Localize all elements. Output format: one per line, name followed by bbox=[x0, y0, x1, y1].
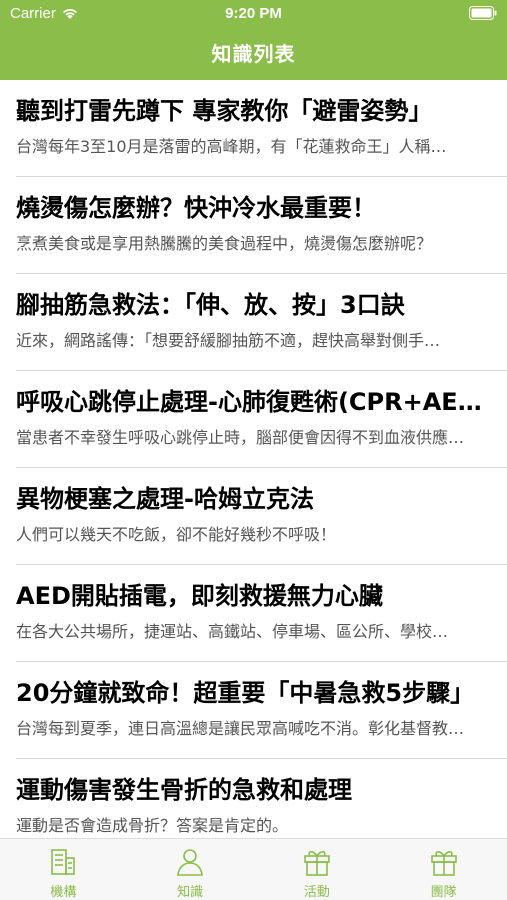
item-summary: 在各大公共場所，捷運站、高鐵站、停車場、區公所、學校… bbox=[16, 622, 449, 641]
list-item[interactable]: 運動傷害發生骨折的急救和處理 運動是否會造成骨折？答案是肯定的。 bbox=[16, 759, 507, 838]
tab-label: 團隊 bbox=[430, 885, 457, 900]
gift-icon bbox=[430, 851, 457, 876]
item-summary: 烹煮美食或是享用熱騰騰的美食過程中，燒燙傷怎麼辦呢？ bbox=[16, 234, 433, 253]
list-item[interactable]: 呼吸心跳停止處理-心肺復甦術(CPR+AED) 當患者不幸發生呼吸心跳停止時，腦… bbox=[16, 371, 507, 468]
list-item[interactable]: 聽到打雷先蹲下 專家教你「避雷姿勢」 台灣每年3至10月是落雷的高峰期，有「花蓮… bbox=[16, 80, 507, 177]
tab-institutions[interactable]: 機構 bbox=[0, 839, 127, 900]
tab-bar: 機構 知識 活動 團隊 bbox=[0, 838, 507, 900]
item-summary: 近來，網路謠傳：「想要舒緩腳抽筋不適，趕快高舉對側手… bbox=[16, 331, 441, 350]
gift-icon bbox=[304, 851, 330, 876]
item-title: 20分鐘就致命！超重要「中暑急救5步驟」 bbox=[16, 679, 475, 707]
tab-label: 知識 bbox=[177, 885, 204, 900]
tab-activities[interactable]: 活動 bbox=[254, 839, 381, 900]
tab-label: 機構 bbox=[50, 885, 77, 900]
item-title: 呼吸心跳停止處理-心肺復甦術(CPR+AED) bbox=[16, 388, 486, 416]
item-summary: 運動是否會造成骨折？答案是肯定的。 bbox=[16, 816, 289, 835]
list-item[interactable]: AED開貼插電，即刻救援無力心臟 在各大公共場所，捷運站、高鐵站、停車場、區公所… bbox=[16, 565, 507, 662]
list-item[interactable]: 燒燙傷怎麼辦？快沖冷水最重要！ 烹煮美食或是享用熱騰騰的美食過程中，燒燙傷怎麼辦… bbox=[16, 177, 507, 274]
list-item[interactable]: 腳抽筋急救法：「伸、放、按」3口訣 近來，網路謠傳：「想要舒緩腳抽筋不適，趕快高… bbox=[16, 274, 507, 371]
battery-icon bbox=[469, 6, 497, 20]
status-bar: Carrier 9:20 PM bbox=[0, 0, 507, 28]
tab-knowledge[interactable]: 知識 bbox=[127, 839, 254, 900]
building-icon bbox=[51, 849, 76, 875]
list-item[interactable]: 異物梗塞之處理-哈姆立克法 人們可以幾天不吃飯，卻不能好幾秒不呼吸！ bbox=[16, 468, 507, 565]
item-title: 聽到打雷先蹲下 專家教你「避雷姿勢」 bbox=[16, 97, 433, 125]
status-time: 9:20 PM bbox=[225, 5, 282, 22]
knowledge-list: 聽到打雷先蹲下 專家教你「避雷姿勢」 台灣每年3至10月是落雷的高峰期，有「花蓮… bbox=[0, 80, 507, 838]
nav-header: Carrier 9:20 PM 知識列表 bbox=[0, 0, 507, 80]
item-summary: 台灣每到夏季，連日高溫總是讓民眾高喊吃不消。彰化基督教… bbox=[16, 719, 465, 738]
item-title: AED開貼插電，即刻救援無力心臟 bbox=[16, 582, 383, 610]
list-item[interactable]: 20分鐘就致命！超重要「中暑急救5步驟」 台灣每到夏季，連日高溫總是讓民眾高喊吃… bbox=[16, 662, 507, 759]
item-summary: 人們可以幾天不吃飯，卻不能好幾秒不呼吸！ bbox=[16, 525, 337, 544]
page-title: 知識列表 bbox=[211, 42, 296, 66]
tab-team[interactable]: 團隊 bbox=[380, 839, 507, 900]
item-summary: 當患者不幸發生呼吸心跳停止時，腦部便會因得不到血液供應… bbox=[16, 428, 465, 447]
item-title: 燒燙傷怎麼辦？快沖冷水最重要！ bbox=[16, 194, 376, 222]
item-title: 腳抽筋急救法：「伸、放、按」3口訣 bbox=[16, 291, 405, 319]
person-icon bbox=[177, 849, 204, 876]
item-title: 運動傷害發生骨折的急救和處理 bbox=[16, 776, 352, 804]
item-title: 異物梗塞之處理-哈姆立克法 bbox=[16, 485, 314, 513]
item-summary: 台灣每年3至10月是落雷的高峰期，有「花蓮救命王」人稱… bbox=[16, 137, 447, 156]
tab-label: 活動 bbox=[303, 885, 330, 900]
